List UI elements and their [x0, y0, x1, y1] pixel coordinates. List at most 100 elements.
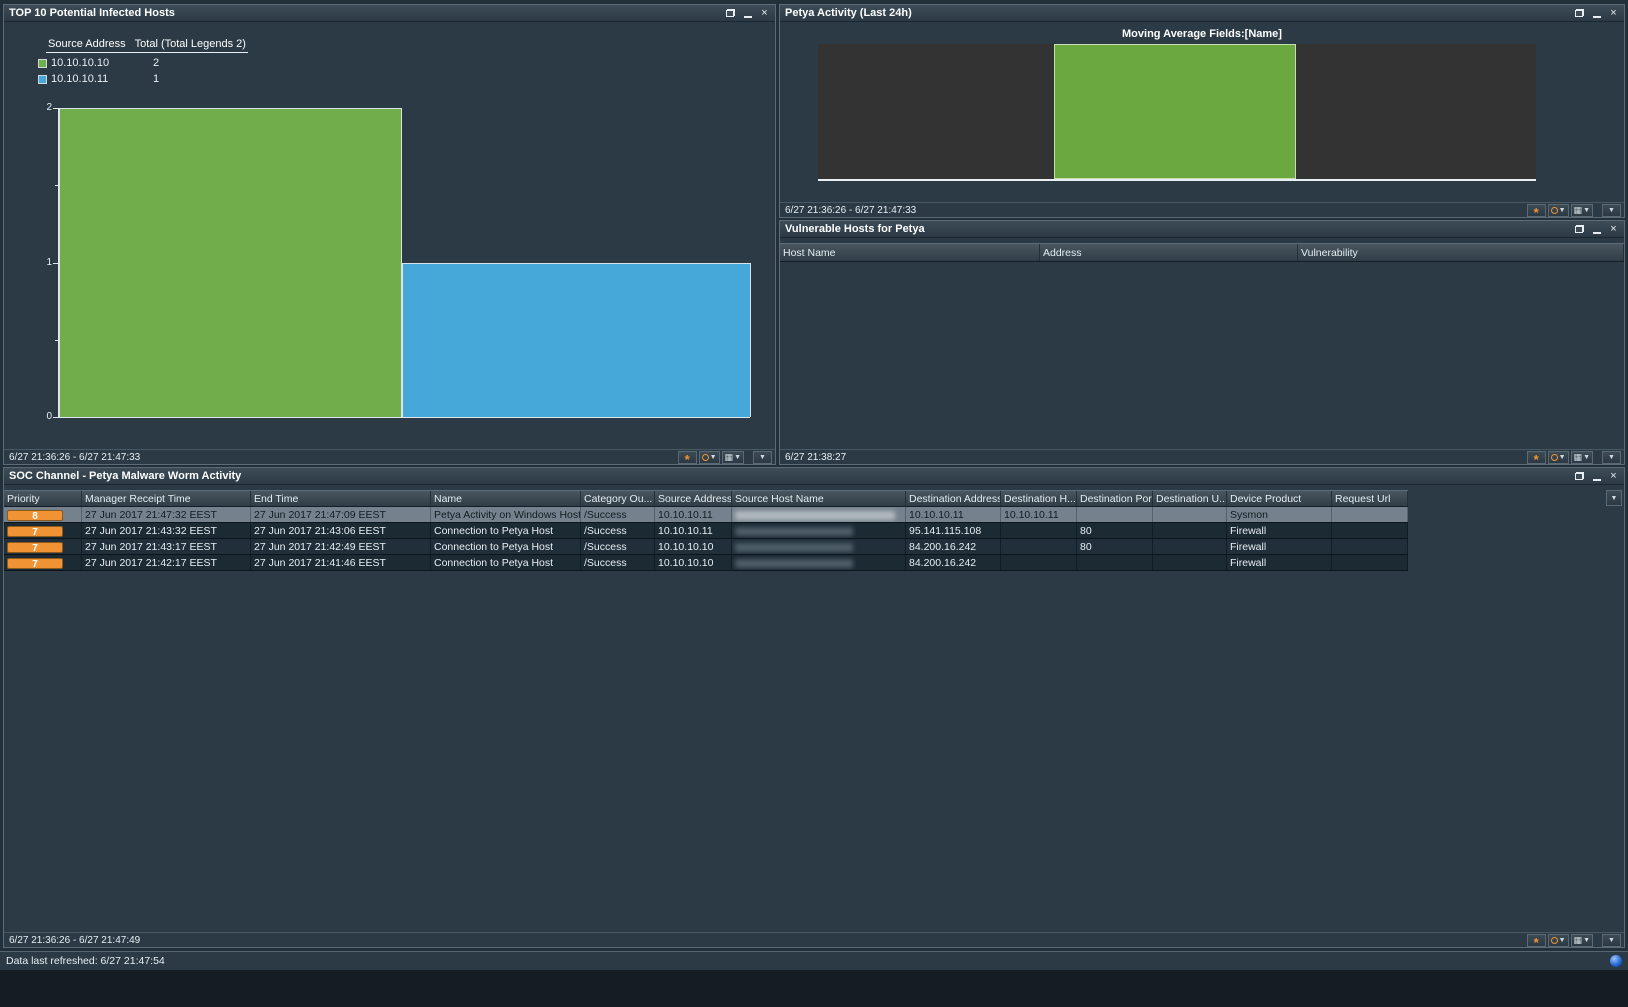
collapse-button[interactable]: ▼	[1602, 204, 1621, 217]
panel-titlebar[interactable]: Vulnerable Hosts for Petya ×	[780, 221, 1624, 238]
table-row[interactable]: 7 27 Jun 2017 21:43:32 EEST 27 Jun 2017 …	[4, 523, 1408, 539]
column-header-destination-host[interactable]: Destination H...	[1001, 491, 1077, 506]
column-header-manager-receipt-time[interactable]: Manager Receipt Time	[82, 491, 251, 506]
legend-value: 1	[153, 73, 159, 85]
minimize-icon[interactable]	[1591, 224, 1602, 235]
collapse-button[interactable]: ▼	[1602, 451, 1621, 464]
table-scroll-button[interactable]: ▼	[1606, 490, 1622, 506]
redacted-text	[735, 543, 853, 552]
table-row[interactable]: 8 27 Jun 2017 21:47:32 EEST 27 Jun 2017 …	[4, 507, 1408, 523]
window-bottom-edge	[0, 970, 1628, 1007]
column-header-destination-port[interactable]: Destination Port	[1077, 491, 1153, 506]
column-header-device-product[interactable]: Device Product	[1227, 491, 1332, 506]
cell-request-url	[1332, 507, 1408, 522]
window-controls: ×	[1574, 471, 1619, 482]
view-options-button[interactable]: ▦▼	[722, 451, 744, 464]
column-header-priority[interactable]: Priority	[4, 491, 82, 506]
cell-priority: 7	[4, 555, 82, 570]
bar-chart	[58, 108, 750, 418]
cell-source-host-name	[732, 539, 906, 554]
cell-name: Connection to Petya Host	[431, 523, 581, 538]
cell-destination-port: 80	[1077, 523, 1153, 538]
annotate-button[interactable]: *	[1527, 934, 1546, 947]
view-options-button[interactable]: ▦▼	[1571, 934, 1593, 947]
legend-item[interactable]: 10.10.10.11 1	[38, 73, 258, 85]
cell-end-time: 27 Jun 2017 21:42:49 EEST	[251, 539, 431, 554]
connection-status-icon[interactable]	[1610, 955, 1622, 967]
legend-header-source-address: Source Address	[48, 38, 126, 50]
float-window-icon[interactable]	[1574, 471, 1585, 482]
column-header-request-url[interactable]: Request Url	[1332, 491, 1408, 506]
cell-destination-user	[1153, 555, 1227, 570]
cell-destination-host: 10.10.10.11	[1001, 507, 1077, 522]
panel-title: TOP 10 Potential Infected Hosts	[9, 7, 175, 19]
vulnerable-hosts-table: Host Name Address Vulnerability	[780, 238, 1624, 449]
column-header-source-host-name[interactable]: Source Host Name	[732, 491, 906, 506]
column-header-name[interactable]: Name	[431, 491, 581, 506]
collapse-button[interactable]: ▼	[753, 451, 772, 464]
view-options-button[interactable]: ▦▼	[1571, 451, 1593, 464]
panel-top-infected-hosts: TOP 10 Potential Infected Hosts × Source…	[3, 4, 776, 465]
cell-destination-port	[1077, 555, 1153, 570]
annotate-button[interactable]: *	[1527, 204, 1546, 217]
column-header-host-name[interactable]: Host Name	[780, 244, 1040, 261]
column-header-destination-address[interactable]: Destination Address	[906, 491, 1001, 506]
float-window-icon[interactable]	[1574, 8, 1585, 19]
cell-name: Petya Activity on Windows Host	[431, 507, 581, 522]
panel-petya-activity: Petya Activity (Last 24h) × Moving Avera…	[779, 4, 1625, 218]
panel-statusbar: 6/27 21:36:26 - 6/27 21:47:33 * ▼ ▦▼ ▼	[780, 202, 1624, 217]
panel-soc-channel: SOC Channel - Petya Malware Worm Activit…	[3, 467, 1625, 948]
close-icon[interactable]: ×	[1608, 471, 1619, 482]
legend-item[interactable]: 10.10.10.10 2	[38, 57, 258, 69]
asterisk-icon: *	[1534, 210, 1539, 216]
close-icon[interactable]: ×	[759, 8, 770, 19]
grid-icon: ▦	[725, 453, 734, 462]
column-header-address[interactable]: Address	[1040, 244, 1298, 261]
column-header-end-time[interactable]: End Time	[251, 491, 431, 506]
time-range-button[interactable]: ▼	[1548, 204, 1569, 217]
cell-manager-receipt-time: 27 Jun 2017 21:43:17 EEST	[82, 539, 251, 554]
time-range-button[interactable]: ▼	[1548, 451, 1569, 464]
column-header-source-address[interactable]: Source Address	[655, 491, 732, 506]
restore-icon	[1575, 9, 1584, 17]
table-row[interactable]: 7 27 Jun 2017 21:43:17 EEST 27 Jun 2017 …	[4, 539, 1408, 555]
priority-badge: 7	[7, 542, 63, 553]
close-icon[interactable]: ×	[1608, 224, 1619, 235]
annotate-button[interactable]: *	[678, 451, 697, 464]
siem-dashboard: TOP 10 Potential Infected Hosts × Source…	[0, 0, 1628, 1007]
cell-end-time: 27 Jun 2017 21:43:06 EEST	[251, 523, 431, 538]
bar-10-10-10-10[interactable]	[59, 108, 402, 417]
cell-source-host-name	[732, 523, 906, 538]
float-window-icon[interactable]	[725, 8, 736, 19]
chart-segment-high[interactable]	[1054, 44, 1296, 179]
panel-titlebar[interactable]: Petya Activity (Last 24h) ×	[780, 5, 1624, 22]
cell-category-outcome: /Success	[581, 555, 655, 570]
minimize-glyph	[1593, 479, 1601, 481]
bar-10-10-10-11[interactable]	[402, 263, 751, 418]
column-header-destination-user[interactable]: Destination U...	[1153, 491, 1227, 506]
statusbar-buttons: * ▼ ▦▼ ▼	[678, 451, 773, 464]
panel-titlebar[interactable]: SOC Channel - Petya Malware Worm Activit…	[4, 468, 1624, 485]
table-body: 8 27 Jun 2017 21:47:32 EEST 27 Jun 2017 …	[4, 507, 1408, 571]
clock-icon	[702, 454, 709, 461]
time-range-button[interactable]: ▼	[699, 451, 720, 464]
collapse-button[interactable]: ▼	[1602, 934, 1621, 947]
table-row[interactable]: 7 27 Jun 2017 21:42:17 EEST 27 Jun 2017 …	[4, 555, 1408, 571]
annotate-button[interactable]: *	[1527, 451, 1546, 464]
close-icon[interactable]: ×	[1608, 8, 1619, 19]
minimize-icon[interactable]	[1591, 8, 1602, 19]
view-options-button[interactable]: ▦▼	[1571, 204, 1593, 217]
float-window-icon[interactable]	[1574, 224, 1585, 235]
panel-titlebar[interactable]: TOP 10 Potential Infected Hosts ×	[4, 5, 775, 22]
chart-segment-low	[1296, 44, 1536, 179]
column-header-vulnerability[interactable]: Vulnerability	[1298, 244, 1624, 261]
y-axis-tick-label: 1	[30, 257, 52, 268]
legend-swatch-green	[38, 59, 47, 68]
clock-icon	[1551, 454, 1558, 461]
bar-chart-area: Source Address Total (Total Legends 2) 1…	[4, 22, 775, 449]
minimize-icon[interactable]	[742, 8, 753, 19]
minimize-icon[interactable]	[1591, 471, 1602, 482]
time-range-label: 6/27 21:36:26 - 6/27 21:47:33	[6, 452, 140, 463]
time-range-button[interactable]: ▼	[1548, 934, 1569, 947]
column-header-category-outcome[interactable]: Category Ou...	[581, 491, 655, 506]
